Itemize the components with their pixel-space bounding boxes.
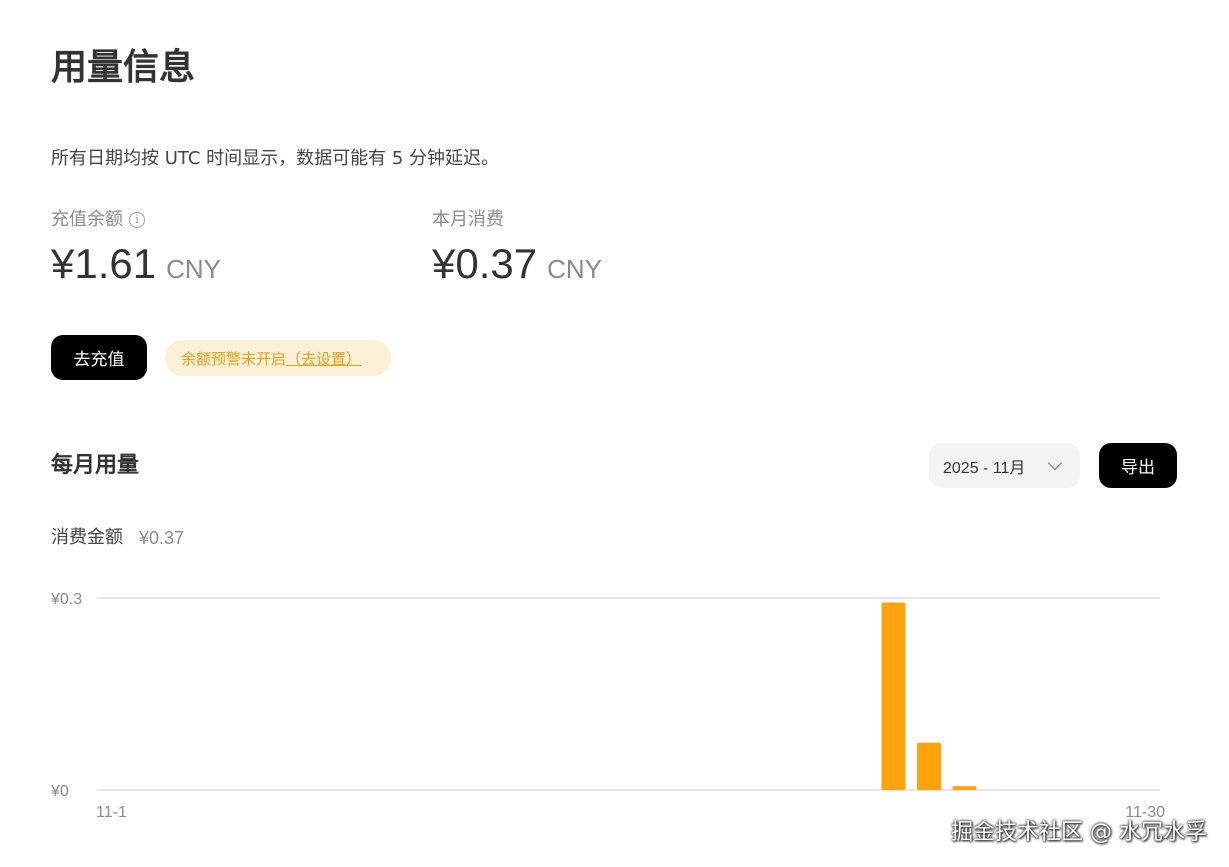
page-title: 用量信息	[51, 47, 196, 88]
monthly-spend-value: ¥0.37	[432, 240, 538, 287]
monthly-spend-value-row: ¥0.37 CNY	[432, 239, 602, 289]
balance-stat: 充值余额 i ¥1.61 CNY	[51, 207, 221, 289]
balance-value-row: ¥1.61 CNY	[51, 239, 221, 289]
bar	[881, 602, 906, 790]
balance-unit: CNY	[166, 254, 222, 284]
month-select-value: 2025 - 11月	[943, 459, 1026, 477]
cost-label: 消费金额	[51, 527, 123, 548]
balance-label: 充值余额	[51, 209, 123, 230]
info-icon[interactable]: i	[129, 212, 145, 228]
y-tick-label: ¥0.3	[50, 591, 82, 608]
monthly-spend-label: 本月消费	[432, 209, 504, 230]
bar	[952, 786, 977, 790]
balance-alert-settings-link[interactable]: （去设置）	[286, 348, 361, 369]
monthly-spend-unit: CNY	[547, 254, 603, 284]
monthly-spend-stat: 本月消费 ¥0.37 CNY	[432, 207, 602, 289]
bar	[917, 742, 941, 790]
balance-value: ¥1.61	[51, 240, 157, 287]
y-tick-label: ¥0	[50, 783, 69, 800]
balance-alert-text: 余额预警未开启	[181, 349, 287, 368]
x-tick-label: 11-1	[96, 804, 127, 821]
month-select[interactable]: 2025 - 11月	[929, 443, 1080, 488]
export-button[interactable]: 导出	[1099, 443, 1177, 488]
balance-label-row: 充值余额 i	[51, 207, 221, 233]
utc-notice: 所有日期均按 UTC 时间显示，数据可能有 5 分钟延迟。	[51, 148, 500, 169]
cost-summary: 消费金额 ¥0.37	[51, 525, 184, 551]
usage-bar-chart: ¥0.3¥011-1 11-30	[50, 591, 1165, 821]
balance-alert-badge: 余额预警未开启 （去设置）	[165, 340, 391, 376]
cost-value: ¥0.37	[139, 528, 185, 548]
monthly-spend-label-row: 本月消费	[432, 207, 602, 233]
monthly-usage-title: 每月用量	[51, 453, 140, 478]
chevron-down-icon	[1047, 455, 1063, 470]
recharge-button[interactable]: 去充值	[51, 335, 147, 380]
watermark: 掘金技术社区 @ 水冗水孚	[951, 820, 1207, 845]
